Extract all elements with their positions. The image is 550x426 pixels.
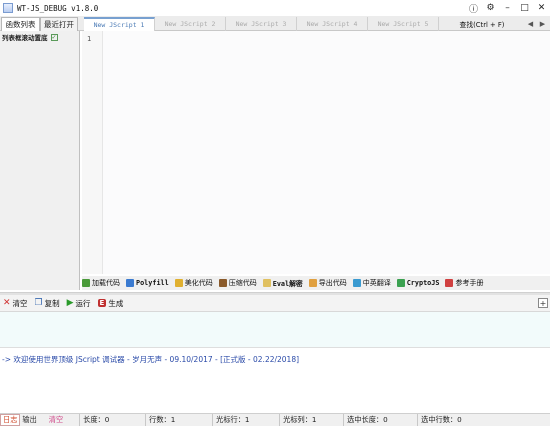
window-title: WT-JS_DEBUG v1.8.0 <box>17 3 99 13</box>
status-selected-lines: 选中行数：0 <box>417 414 489 426</box>
doc-tab-4[interactable]: New JScript 4 <box>297 17 368 31</box>
output-message: -> 欢迎使用世界顶级 JScript 调试器 - 岁月无声 - 09.10/2… <box>2 355 300 364</box>
status-bar: 日志 输出 清空 长度：0 行数：1 光标行：1 光标列：1 选中长度：0 选中… <box>0 413 550 426</box>
cryptojs-button[interactable]: CryptoJS <box>396 276 440 290</box>
editor-toolbar: 加载代码 Polyfill 美化代码 压缩代码 Eval解密 导出代码 中英翻译… <box>82 276 550 290</box>
beautify-label: 美化代码 <box>184 279 213 287</box>
code-editor: 1 <box>82 31 550 274</box>
generate-icon: E <box>97 299 107 307</box>
scroll-to-bottom-checkbox[interactable]: ✓ <box>50 33 58 41</box>
compress-label: 压缩代码 <box>228 279 257 287</box>
compress-code-button[interactable]: 压缩代码 <box>218 276 257 290</box>
cryptojs-icon <box>396 279 405 287</box>
tab-function-list[interactable]: 函数列表 <box>1 17 40 31</box>
load-code-label: 加载代码 <box>92 279 120 287</box>
function-list-panel: 列表框滚动置底 ✓ <box>0 31 80 290</box>
load-code-button[interactable]: 加载代码 <box>82 276 120 290</box>
beautify-icon <box>174 279 183 287</box>
polyfill-label: Polyfill <box>136 279 169 287</box>
info-icon[interactable]: ⓘ <box>465 0 482 16</box>
beautify-code-button[interactable]: 美化代码 <box>174 276 213 290</box>
line-gutter: 1 <box>82 31 94 274</box>
generate-button[interactable]: E 生成 <box>97 298 124 309</box>
eval-decrypt-button[interactable]: Eval解密 <box>262 276 303 290</box>
export-code-icon <box>308 279 317 287</box>
generate-label: 生成 <box>108 298 124 308</box>
settings-icon[interactable]: ⚙ <box>482 0 499 16</box>
cryptojs-label: CryptoJS <box>406 279 440 287</box>
copy-icon: ❐ <box>34 298 43 308</box>
polyfill-button[interactable]: Polyfill <box>126 276 169 290</box>
status-length: 长度：0 <box>79 414 145 426</box>
polyfill-icon <box>126 279 134 287</box>
clear-label: 清空 <box>12 298 28 308</box>
console-output-area: -> 欢迎使用世界顶级 JScript 调试器 - 岁月无声 - 09.10/2… <box>0 349 550 413</box>
doc-tab-5[interactable]: New JScript 5 <box>368 17 439 31</box>
scroll-to-bottom-option[interactable]: 列表框滚动置底 ✓ <box>0 31 79 43</box>
tab-scroll-left-icon[interactable]: ◀ <box>526 19 535 28</box>
copy-label: 复制 <box>44 298 60 308</box>
tab-recent-open[interactable]: 最近打开 <box>40 17 78 31</box>
export-code-label: 导出代码 <box>318 279 347 287</box>
app-icon <box>3 3 13 13</box>
window-controls: ⓘ ⚙ – □ ✕ <box>465 0 550 16</box>
manual-button[interactable]: 参考手册 <box>445 276 483 290</box>
status-clear-button[interactable]: 清空 <box>47 414 65 426</box>
minimize-button[interactable]: – <box>499 0 516 16</box>
run-label: 运行 <box>75 298 91 308</box>
document-tabs: New JScript 1 New JScript 2 New JScript … <box>84 17 439 31</box>
run-icon: ▶ <box>66 298 74 308</box>
action-toolbar: ✕ 清空 ❐ 复制 ▶ 运行 E 生成 + <box>0 295 550 312</box>
compress-icon <box>218 279 227 287</box>
add-icon[interactable]: + <box>538 298 548 308</box>
close-button[interactable]: ✕ <box>533 0 550 16</box>
translate-label: 中英翻译 <box>362 279 391 287</box>
translate-button[interactable]: 中英翻译 <box>352 276 391 290</box>
run-button[interactable]: ▶ 运行 <box>67 298 91 309</box>
status-cursor-line: 光标行：1 <box>212 414 279 426</box>
translate-icon <box>352 279 361 287</box>
code-text-area[interactable] <box>102 31 550 274</box>
copy-button[interactable]: ❐ 复制 <box>35 298 60 309</box>
scroll-to-bottom-label: 列表框滚动置底 <box>2 34 48 42</box>
console-input-area[interactable] <box>0 312 550 348</box>
manual-label: 参考手册 <box>455 279 484 287</box>
doc-tab-1[interactable]: New JScript 1 <box>84 17 155 31</box>
status-line-count: 行数：1 <box>145 414 212 426</box>
doc-tab-2[interactable]: New JScript 2 <box>155 17 226 31</box>
eval-decrypt-icon <box>262 279 271 287</box>
tab-output[interactable]: 输出 <box>20 414 38 426</box>
export-code-button[interactable]: 导出代码 <box>308 276 347 290</box>
title-bar: WT-JS_DEBUG v1.8.0 ⓘ ⚙ – □ ✕ <box>0 0 550 16</box>
load-code-icon <box>82 279 90 287</box>
find-button[interactable]: 查找(Ctrl + F) <box>441 16 523 31</box>
eval-decrypt-label: Eval解密 <box>272 280 303 288</box>
tab-row: 函数列表 最近打开 New JScript 1 New JScript 2 Ne… <box>0 16 550 31</box>
doc-tab-3[interactable]: New JScript 3 <box>226 17 297 31</box>
maximize-button[interactable]: □ <box>516 0 533 16</box>
clear-icon: ✕ <box>3 298 11 308</box>
status-cursor-column: 光标列：1 <box>279 414 343 426</box>
clear-button[interactable]: ✕ 清空 <box>3 298 28 309</box>
status-selection-length: 选中长度：0 <box>343 414 417 426</box>
tab-log[interactable]: 日志 <box>0 414 21 426</box>
manual-icon <box>445 279 454 287</box>
tab-scroll-right-icon[interactable]: ▶ <box>538 19 547 28</box>
line-number: 1 <box>87 35 92 43</box>
